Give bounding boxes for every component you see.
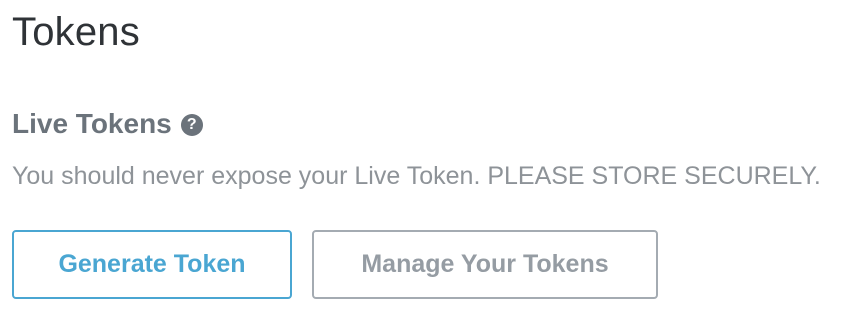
manage-tokens-button[interactable]: Manage Your Tokens [312, 230, 658, 299]
live-tokens-heading: Live Tokens ? [12, 104, 203, 144]
live-tokens-heading-label: Live Tokens [12, 108, 172, 139]
question-circle-icon[interactable]: ? [180, 114, 203, 136]
page-title: Tokens [12, 10, 140, 54]
live-tokens-description: You should never expose your Live Token.… [12, 162, 821, 190]
tokens-page: Tokens Live Tokens ? You should never ex… [0, 0, 866, 324]
generate-token-button[interactable]: Generate Token [12, 230, 292, 299]
